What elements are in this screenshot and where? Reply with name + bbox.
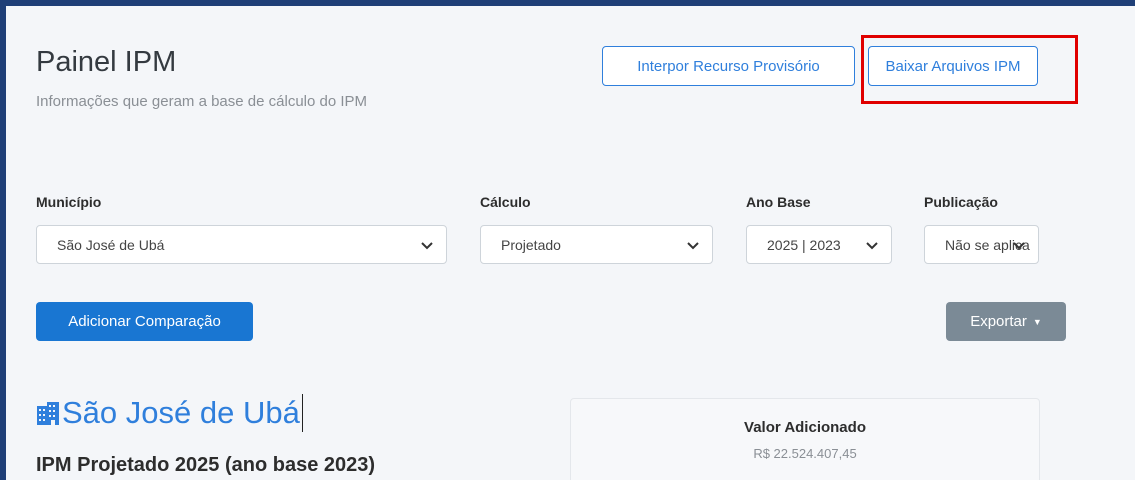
municipality-name: São José de Ubá (62, 395, 300, 430)
ano-base-label: Ano Base (746, 194, 811, 210)
municipio-select[interactable]: São José de Ubá (36, 225, 447, 264)
highlight-box (861, 35, 1078, 104)
building-icon (37, 402, 59, 425)
page-title: Painel IPM (36, 46, 177, 78)
municipio-label: Município (36, 194, 102, 210)
publicacao-label: Publicação (924, 194, 998, 210)
chevron-down-icon (866, 242, 878, 250)
card-title: Valor Adicionado (744, 419, 866, 436)
page-subtitle: Informações que geram a base de cálculo … (36, 93, 368, 110)
ipm-heading: IPM Projetado 2025 (ano base 2023) (36, 454, 376, 476)
add-comparison-button[interactable]: Adicionar Comparação (36, 302, 253, 341)
municipio-select-value: São José de Ubá (57, 236, 165, 253)
chevron-down-icon (1013, 242, 1025, 250)
page-frame: Painel IPM Informações que geram a base … (0, 0, 1135, 480)
caret-down-icon: ▼ (1032, 316, 1042, 327)
calculo-select[interactable]: Projetado (480, 225, 713, 264)
export-label: Exportar (970, 313, 1027, 330)
ano-base-select-value: 2025 | 2023 (767, 236, 841, 253)
interpor-recurso-button[interactable]: Interpor Recurso Provisório (602, 46, 855, 86)
chevron-down-icon (687, 242, 699, 250)
ano-base-select[interactable]: 2025 | 2023 (746, 225, 892, 264)
publicacao-select[interactable]: Não se aplica (924, 225, 1039, 264)
card-value: R$ 22.524.407,45 (753, 446, 857, 461)
municipality-heading: São José de Ubá (36, 394, 303, 432)
chevron-down-icon (421, 242, 433, 250)
valor-adicionado-card: Valor Adicionado R$ 22.524.407,45 (570, 398, 1040, 480)
calculo-label: Cálculo (480, 194, 531, 210)
text-cursor (301, 394, 303, 432)
export-button[interactable]: Exportar ▼ (946, 302, 1066, 341)
calculo-select-value: Projetado (501, 236, 561, 253)
